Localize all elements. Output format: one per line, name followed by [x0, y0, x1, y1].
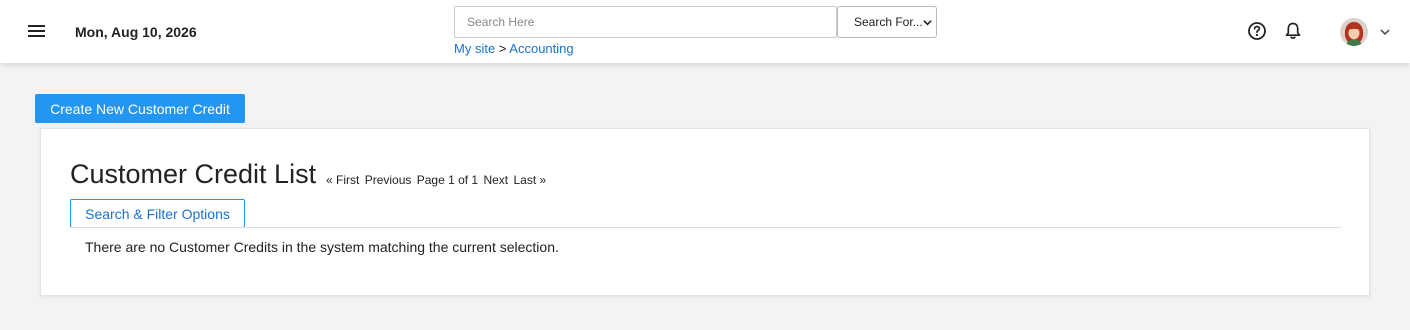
bell-icon[interactable] [1283, 21, 1303, 41]
breadcrumb: My site > Accounting [454, 41, 574, 56]
customer-credit-list-card: Customer Credit List « First Previous Pa… [40, 128, 1370, 296]
breadcrumb-separator: > [498, 41, 507, 56]
chevron-down-icon [923, 20, 932, 26]
divider [70, 227, 1341, 228]
pager-last[interactable]: Last » [513, 173, 546, 187]
menu-icon[interactable] [28, 24, 45, 38]
empty-state-message: There are no Customer Credits in the sys… [85, 239, 559, 255]
pager-next[interactable]: Next [483, 173, 508, 187]
breadcrumb-home-link[interactable]: My site [454, 41, 495, 56]
pager-first[interactable]: « First [326, 173, 359, 187]
create-customer-credit-button[interactable]: Create New Customer Credit [35, 94, 245, 123]
top-bar: Mon, Aug 10, 2026 Search For... My site … [0, 0, 1410, 63]
avatar[interactable] [1340, 18, 1368, 46]
pagination: « First Previous Page 1 of 1 Next Last » [326, 173, 548, 187]
pager-previous[interactable]: Previous [365, 173, 412, 187]
current-date: Mon, Aug 10, 2026 [75, 24, 197, 40]
page-title: Customer Credit List [70, 159, 317, 189]
breadcrumb-accounting-link[interactable]: Accounting [509, 41, 573, 56]
help-icon[interactable] [1247, 21, 1267, 41]
search-input[interactable] [454, 6, 837, 38]
search-for-select[interactable]: Search For... [837, 6, 937, 38]
search-for-selected: Search For... [854, 15, 923, 29]
chevron-down-icon[interactable] [1379, 26, 1391, 38]
pager-page-info: Page 1 of 1 [416, 173, 479, 187]
search-filter-options-button[interactable]: Search & Filter Options [70, 199, 245, 228]
user-avatar-icon [1340, 18, 1368, 46]
